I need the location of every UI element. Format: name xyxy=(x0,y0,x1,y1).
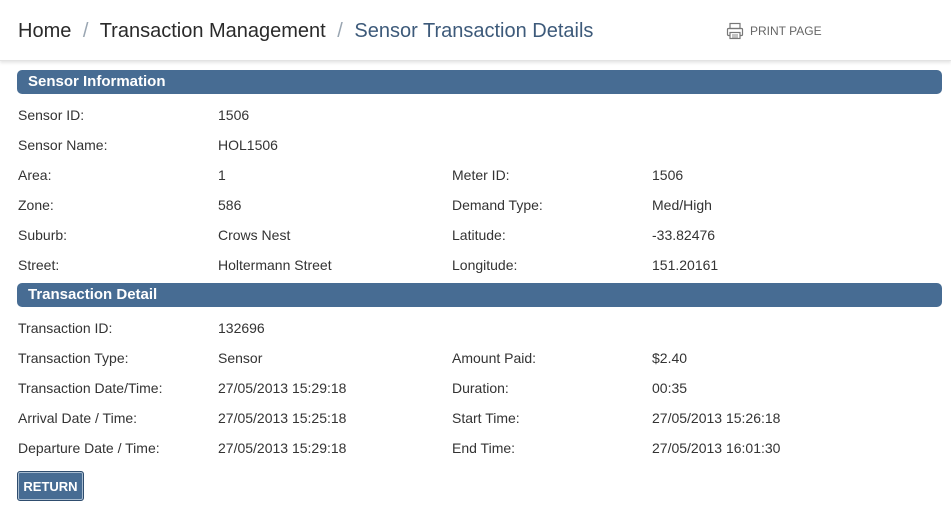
transaction-datetime-row: Transaction Date/Time: 27/05/2013 15:29:… xyxy=(0,373,951,403)
end-time-value: 27/05/2013 16:01:30 xyxy=(652,440,781,456)
departure-end-row: Departure Date / Time: 27/05/2013 15:29:… xyxy=(0,433,951,463)
arrival-start-row: Arrival Date / Time: 27/05/2013 15:25:18… xyxy=(0,403,951,433)
transaction-type-label: Transaction Type: xyxy=(18,350,129,366)
zone-demand-row: Zone: 586 Demand Type: Med/High xyxy=(0,190,951,220)
zone-value: 586 xyxy=(218,197,242,213)
printer-icon xyxy=(726,22,744,40)
start-time-value: 27/05/2013 15:26:18 xyxy=(652,410,781,426)
latitude-label: Latitude: xyxy=(452,227,506,243)
sensor-information-header: Sensor Information xyxy=(17,70,942,94)
print-page-link[interactable]: PRINT PAGE xyxy=(726,22,822,40)
longitude-value: 151.20161 xyxy=(652,257,719,273)
demand-type-label: Demand Type: xyxy=(452,197,543,213)
breadcrumb-separator: / xyxy=(82,20,89,42)
start-time-label: Start Time: xyxy=(452,410,520,426)
street-longitude-row: Street: Holtermann Street Longitude: 151… xyxy=(0,250,951,280)
breadcrumb-home[interactable]: Home xyxy=(18,20,71,42)
amount-paid-value: $2.40 xyxy=(652,350,688,366)
breadcrumb-separator: / xyxy=(337,20,343,42)
meter-id-value: 1506 xyxy=(652,167,684,183)
street-value: Holtermann Street xyxy=(218,257,332,273)
transaction-datetime-value: 27/05/2013 15:29:18 xyxy=(218,380,347,396)
page-header: Home / Transaction Management / Sensor T… xyxy=(0,0,951,61)
sensor-id-label: Sensor ID: xyxy=(18,107,85,123)
meter-id-label: Meter ID: xyxy=(452,167,510,183)
departure-datetime-value: 27/05/2013 15:29:18 xyxy=(218,440,347,456)
suburb-label: Suburb: xyxy=(18,227,68,243)
longitude-label: Longitude: xyxy=(452,257,518,273)
suburb-latitude-row: Suburb: Crows Nest Latitude: -33.82476 xyxy=(0,220,951,250)
transaction-id-row: Transaction ID: 132696 xyxy=(0,313,951,343)
breadcrumb-current-page: Sensor Transaction Details xyxy=(354,20,594,42)
sensor-name-value: HOL1506 xyxy=(218,137,278,153)
end-time-label: End Time: xyxy=(452,440,516,456)
area-label: Area: xyxy=(18,167,52,183)
demand-type-value: Med/High xyxy=(652,197,712,213)
duration-label: Duration: xyxy=(452,380,509,396)
suburb-value: Crows Nest xyxy=(218,227,291,243)
transaction-datetime-label: Transaction Date/Time: xyxy=(18,380,163,396)
departure-datetime-label: Departure Date / Time: xyxy=(18,440,160,456)
zone-label: Zone: xyxy=(18,197,54,213)
latitude-value: -33.82476 xyxy=(652,227,716,243)
sensor-id-row: Sensor ID: 1506 xyxy=(0,100,951,130)
transaction-id-label: Transaction ID: xyxy=(18,320,113,336)
street-label: Street: xyxy=(18,257,60,273)
sensor-id-value: 1506 xyxy=(218,107,250,123)
print-page-label: PRINT PAGE xyxy=(750,24,822,38)
transaction-type-value: Sensor xyxy=(218,350,263,366)
transaction-detail-header: Transaction Detail xyxy=(17,283,942,307)
sensor-name-label: Sensor Name: xyxy=(18,137,108,153)
return-button[interactable]: RETURN xyxy=(17,471,84,501)
sensor-name-row: Sensor Name: HOL1506 xyxy=(0,130,951,160)
duration-value: 00:35 xyxy=(652,380,688,396)
amount-paid-label: Amount Paid: xyxy=(452,350,537,366)
arrival-datetime-value: 27/05/2013 15:25:18 xyxy=(218,410,347,426)
transaction-type-row: Transaction Type: Sensor Amount Paid: $2… xyxy=(0,343,951,373)
area-value: 1 xyxy=(218,167,226,183)
breadcrumb-transaction-management[interactable]: Transaction Management xyxy=(100,20,326,42)
transaction-id-value: 132696 xyxy=(218,320,265,336)
breadcrumb: Home / Transaction Management / Sensor T… xyxy=(18,18,593,44)
area-meter-row: Area: 1 Meter ID: 1506 xyxy=(0,160,951,190)
arrival-datetime-label: Arrival Date / Time: xyxy=(18,410,138,426)
